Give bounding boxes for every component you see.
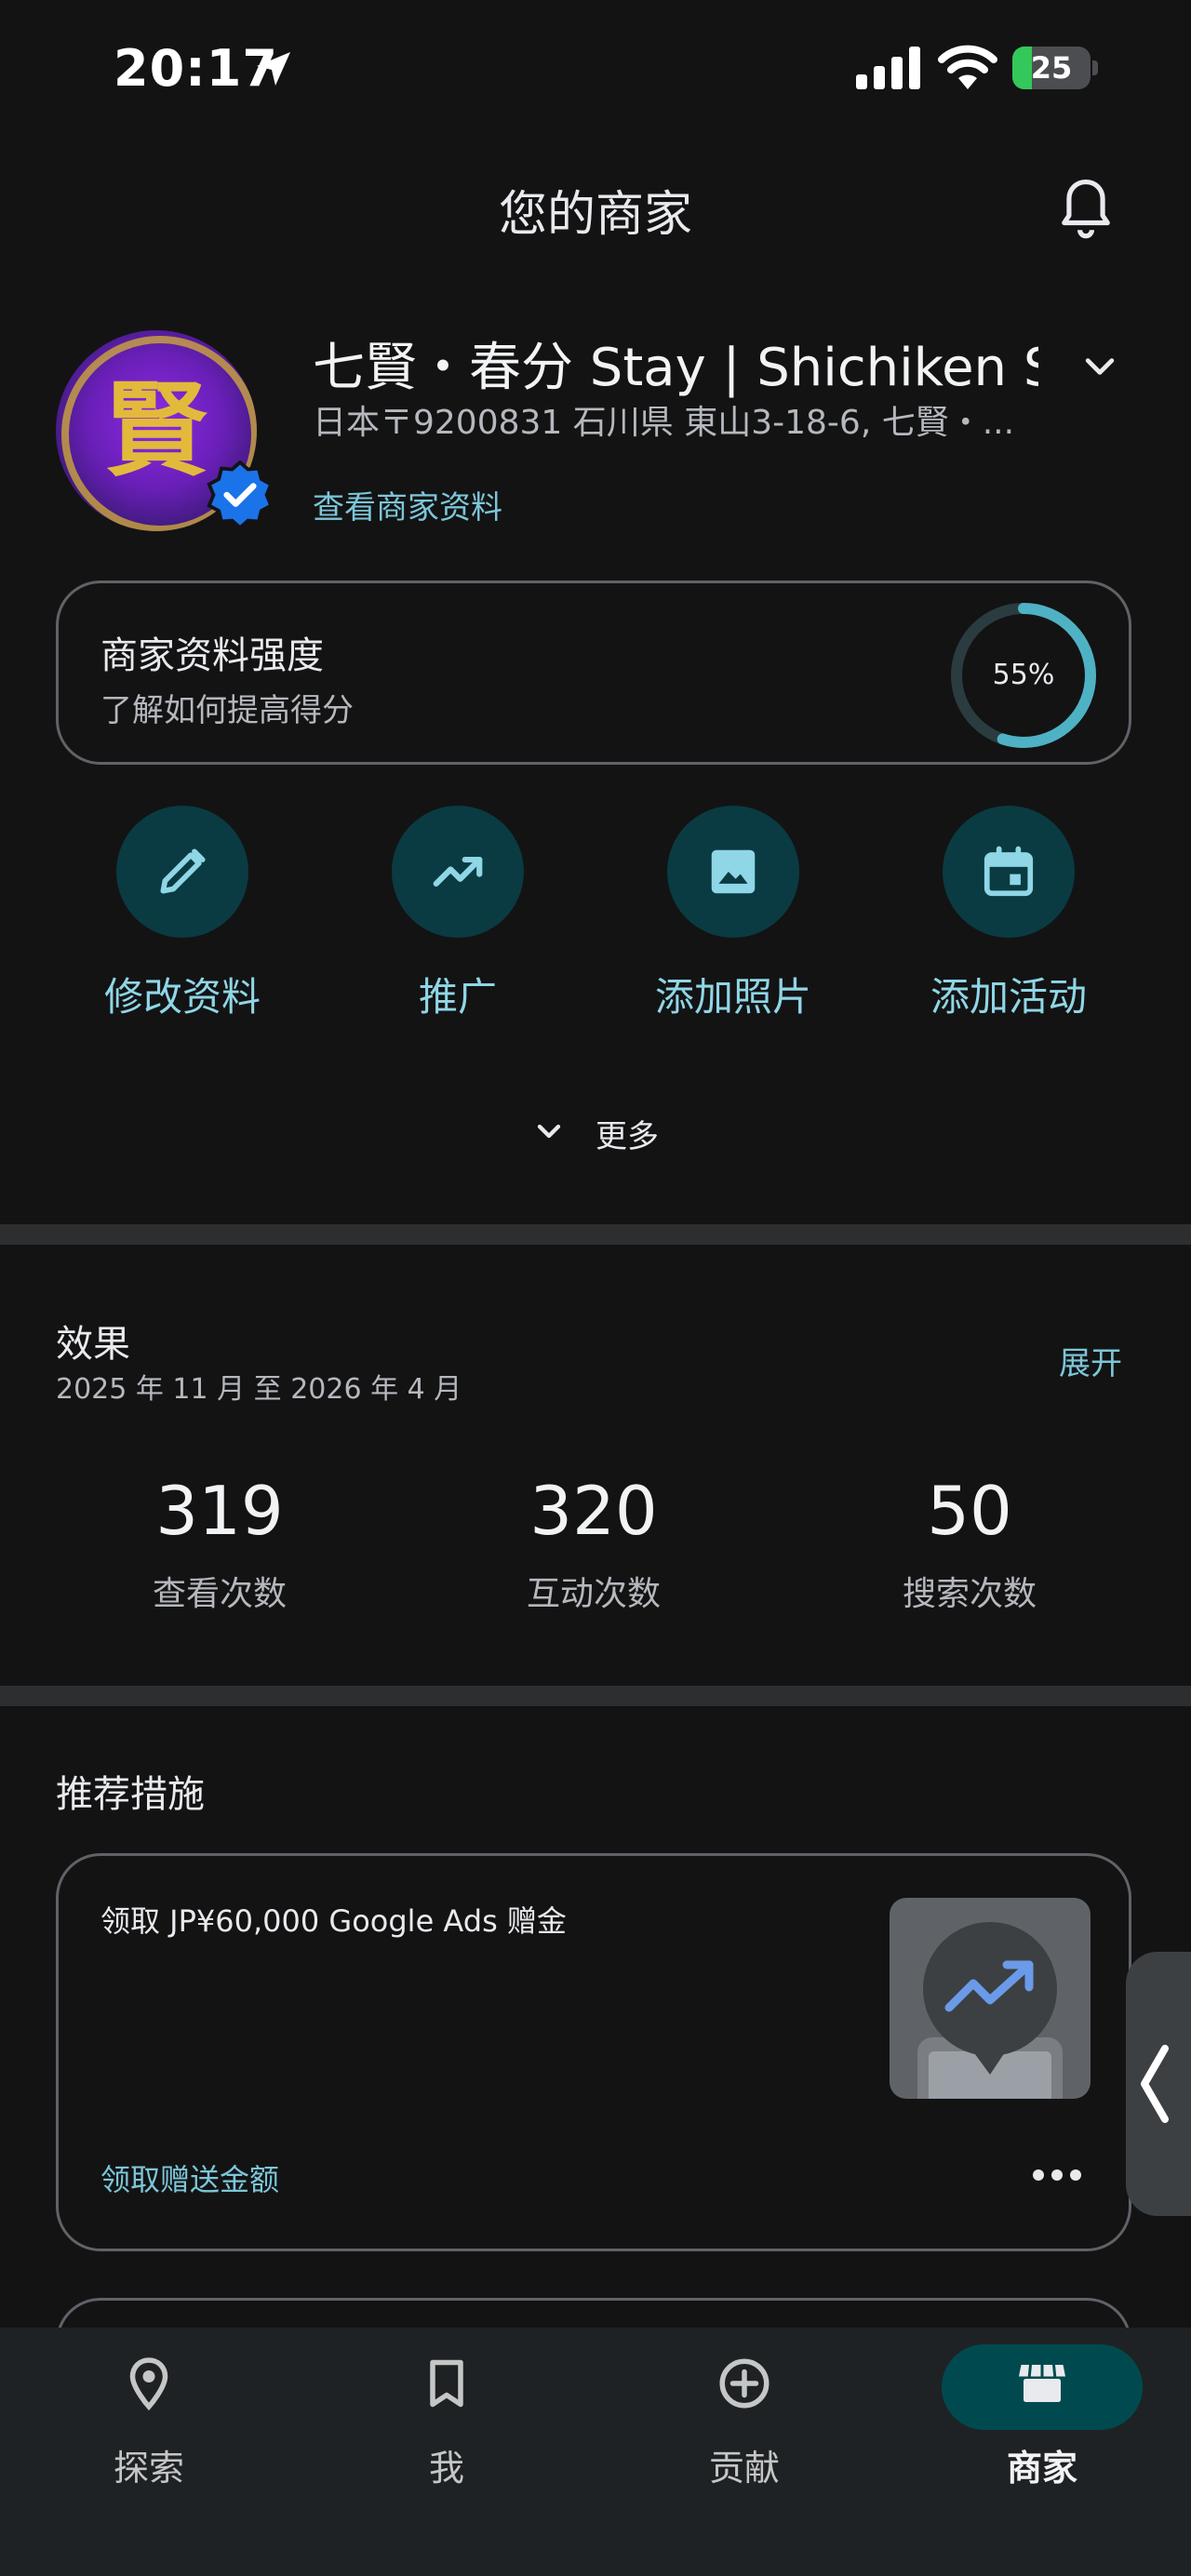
add-circle-icon [719,2358,769,2409]
location-arrow-icon [257,52,290,86]
image-icon [711,849,756,894]
business-name[interactable]: 七賢・春分 Stay | Shichiken Sh... [313,326,1038,401]
action-label: 修改资料 [103,974,261,1020]
stat-views: 319 查看次数 [33,1472,406,1615]
battery-indicator: 25 [1012,47,1098,89]
action-label: 推广 [418,974,497,1020]
action-circle[interactable] [116,806,248,938]
bookmark-icon [430,2359,463,2408]
strength-subtitle: 了解如何提高得分 [100,692,354,729]
more-label: 更多 [596,1118,659,1155]
action-add-photos[interactable]: 添加照片 [603,806,863,1022]
business-address: 日本〒9200831 石川県 東山3-18-6, 七賢・... [313,404,1015,442]
nav-label: 探索 [113,2448,184,2489]
trending-up-icon [433,856,483,888]
expand-button[interactable]: 展开 [1059,1338,1122,1383]
nav-label: 我 [428,2448,464,2489]
nav-label: 商家 [1006,2448,1077,2489]
action-circle[interactable] [943,806,1075,938]
stat-searches: 50 搜索次数 [783,1472,1156,1615]
recommendations-title: 推荐措施 [56,1773,205,1816]
location-pin-icon [129,2357,168,2411]
claim-credit-link[interactable]: 领取赠送金额 [100,2156,279,2199]
action-add-event[interactable]: 添加活动 [878,806,1139,1022]
section-divider [0,1686,1191,1706]
chevron-down-icon[interactable] [1079,346,1120,387]
signal-icon [856,47,920,89]
ads-credit-text: 领取 JP¥60,000 Google Ads 赠金 [100,1903,567,1939]
storefront-icon [1019,2364,1065,2402]
action-circle[interactable] [392,806,524,938]
page-title: 您的商家 [498,187,692,243]
chevron-left-icon [1141,2045,1169,2123]
stat-label: 互动次数 [526,1575,661,1613]
strength-percent: 55% [992,659,1055,691]
calendar-icon [984,846,1034,897]
stat-value: 50 [927,1472,1012,1550]
battery-level: 25 [1030,50,1073,86]
action-label: 添加活动 [930,974,1087,1020]
nav-label: 贡献 [708,2448,780,2489]
trending-chat-bubble-icon [917,1922,1063,2099]
wifi-icon [938,45,997,89]
action-label: 添加照片 [654,974,811,1020]
stat-label: 查看次数 [152,1575,287,1613]
stat-label: 搜索次数 [902,1575,1037,1613]
bell-icon[interactable] [1057,177,1115,240]
performance-range: 2025 年 11 月 至 2026 年 4 月 [56,1373,462,1406]
nav-explore[interactable]: 探索 [0,2344,298,2490]
nav-business[interactable]: 商家 [893,2344,1191,2490]
nav-me[interactable]: 我 [298,2344,596,2490]
ads-illustration [890,1898,1091,2099]
side-panel-handle[interactable] [1126,1952,1191,2216]
pencil-icon [160,848,206,894]
stat-interactions: 320 互动次数 [408,1472,780,1615]
action-circle[interactable] [667,806,799,938]
chevron-down-icon [537,1124,561,1139]
strength-title: 商家资料强度 [100,634,324,677]
nav-contribute[interactable]: 贡献 [596,2344,893,2490]
more-options-icon[interactable] [1031,2156,1083,2194]
view-profile-link[interactable]: 查看商家资料 [313,482,502,527]
performance-title: 效果 [56,1323,130,1366]
stat-value: 320 [529,1472,658,1550]
verified-badge-icon [207,460,274,530]
action-promote[interactable]: 推广 [328,806,588,1022]
section-divider [0,1224,1191,1245]
action-edit-profile[interactable]: 修改资料 [52,806,313,1022]
stat-value: 319 [155,1472,284,1550]
